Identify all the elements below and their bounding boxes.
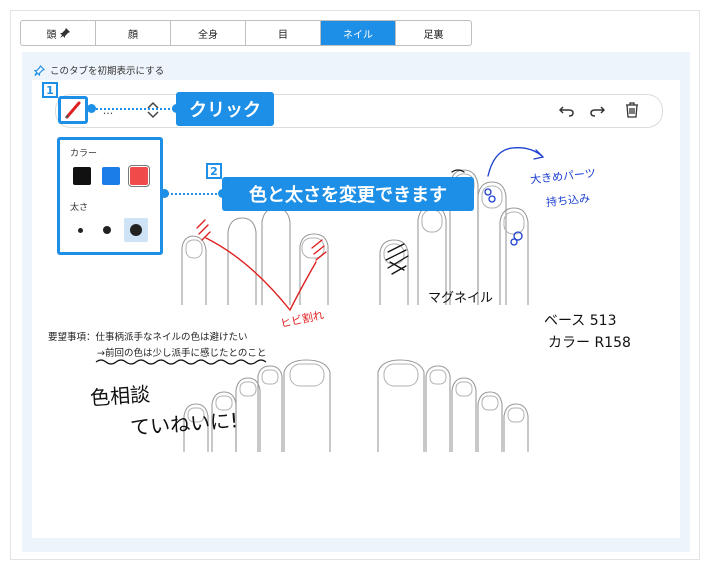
nail-illustration — [95, 147, 545, 452]
step1-badge: 1 — [42, 82, 58, 98]
color-swatch-red[interactable] — [128, 165, 150, 187]
step2-connector — [163, 193, 225, 195]
step1-callout: クリック — [176, 92, 274, 126]
step2-callout: 色と太さを変更できます — [222, 177, 474, 211]
size-large[interactable] — [124, 218, 148, 242]
annotation-color: カラー R158 — [548, 335, 631, 351]
step1-dot-left — [87, 104, 96, 113]
step1-connector — [92, 108, 178, 110]
request-note-1: 要望事項：仕事柄派手なネイルの色は避けたい — [48, 332, 248, 343]
chevron-updown-icon — [147, 101, 159, 119]
pen-tool-button[interactable] — [58, 96, 88, 124]
size-large-dot — [130, 224, 142, 236]
annotation-base: ベース 513 — [544, 313, 617, 329]
size-label: 太さ — [70, 203, 89, 213]
undo-icon — [559, 106, 574, 117]
redo-icon — [590, 106, 605, 117]
annotation-magnail: マグネイル — [428, 291, 494, 306]
color-swatch-black[interactable] — [73, 167, 91, 185]
color-swatch-blue[interactable] — [102, 167, 120, 185]
annotation-sodan-1: 色相談 — [89, 381, 151, 411]
size-small[interactable] — [78, 228, 83, 233]
color-label: カラー — [70, 149, 98, 159]
undo-button[interactable] — [557, 100, 577, 120]
size-medium[interactable] — [103, 226, 111, 234]
step2-badge: 2 — [206, 163, 222, 179]
pen-icon — [65, 101, 81, 119]
trash-icon — [626, 102, 638, 118]
request-note-2: →前回の色は少し派手に感じたとのこと — [97, 348, 267, 359]
step2-dot-left — [160, 189, 169, 198]
delete-button[interactable] — [622, 100, 642, 120]
redo-button[interactable] — [587, 100, 607, 120]
size-stepper[interactable] — [143, 100, 163, 120]
tool-select[interactable]: ... — [98, 100, 118, 120]
